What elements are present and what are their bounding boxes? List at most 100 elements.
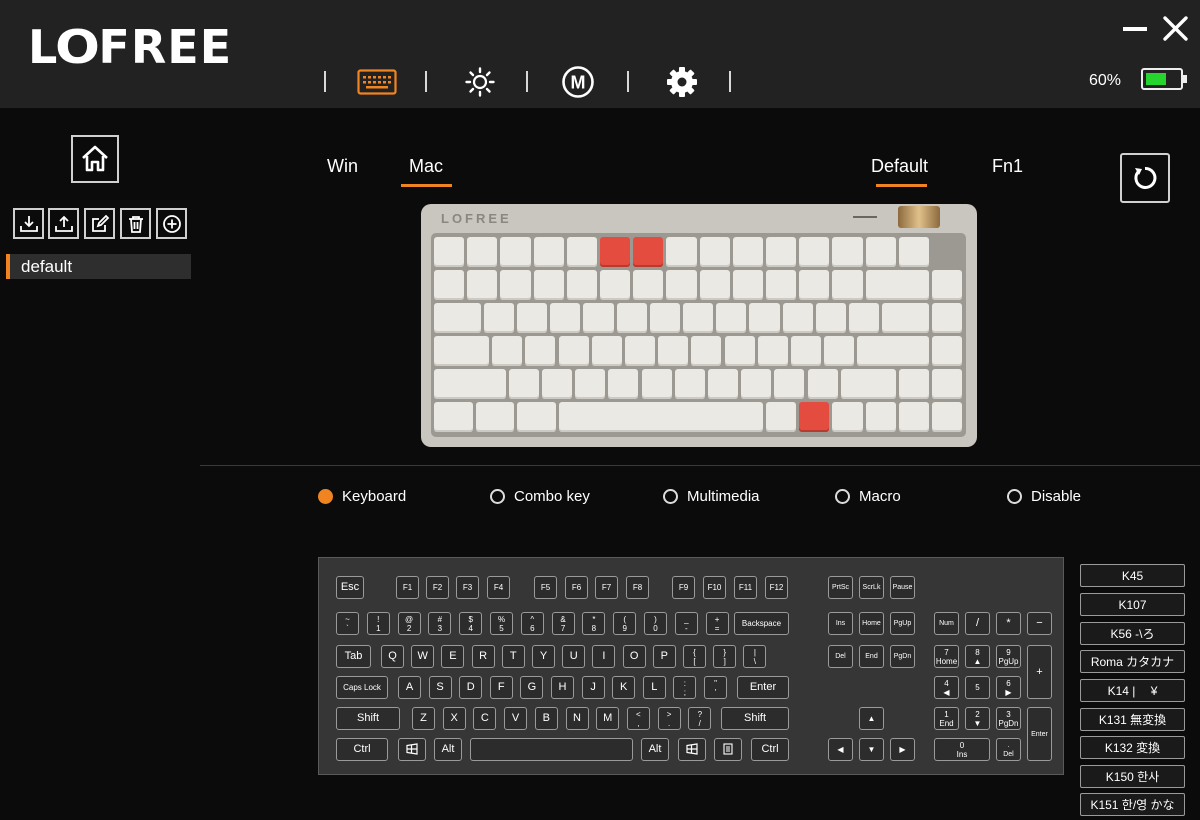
keycap[interactable]: [558, 336, 589, 366]
keycap[interactable]: [849, 303, 880, 333]
key-np-plus[interactable]: +: [1027, 645, 1052, 699]
key-z-row-2[interactable]: C: [473, 707, 497, 730]
key-left-shift[interactable]: Shift: [336, 707, 400, 730]
keycap[interactable]: [533, 237, 564, 267]
keycap[interactable]: [932, 402, 963, 432]
key-arrow-right[interactable]: ▶: [890, 738, 915, 761]
key-q-row-6[interactable]: U: [562, 645, 586, 668]
key-z-row-6[interactable]: M: [596, 707, 620, 730]
key-del[interactable]: Del: [828, 645, 853, 668]
keycap[interactable]: [757, 336, 788, 366]
key-np7[interactable]: 7 Home: [934, 645, 959, 668]
add-profile-button[interactable]: [156, 208, 187, 239]
key-z-row-4[interactable]: B: [534, 707, 558, 730]
keycap[interactable]: [674, 369, 705, 399]
key-scrlk[interactable]: ScrLk: [859, 576, 884, 599]
key-pgdn[interactable]: PgDn: [890, 645, 915, 668]
key-num-1[interactable]: ! 1: [366, 612, 390, 635]
key-q-row-3[interactable]: R: [471, 645, 495, 668]
key-np6[interactable]: 6 ▶: [996, 676, 1021, 699]
keycap[interactable]: [591, 336, 622, 366]
key-f10[interactable]: F10: [703, 576, 726, 599]
key-z-row-1[interactable]: X: [442, 707, 466, 730]
key-q-row-1[interactable]: W: [411, 645, 435, 668]
keycap[interactable]: [832, 270, 863, 300]
keycap[interactable]: [558, 402, 763, 432]
key-a-row-2[interactable]: D: [459, 676, 483, 699]
keycap[interactable]: [815, 303, 846, 333]
keycap[interactable]: [467, 270, 498, 300]
keycap[interactable]: [434, 303, 481, 333]
keycap[interactable]: [666, 237, 697, 267]
key-left-win[interactable]: [398, 738, 426, 761]
keycap[interactable]: [857, 336, 929, 366]
key-a-row-6[interactable]: J: [581, 676, 605, 699]
key-q-row-2[interactable]: E: [441, 645, 465, 668]
keycap[interactable]: [799, 270, 830, 300]
key-np-star[interactable]: *: [996, 612, 1021, 635]
key-q-row-9[interactable]: P: [652, 645, 676, 668]
key-esc[interactable]: Esc: [336, 576, 364, 599]
key-num-3[interactable]: # 3: [428, 612, 452, 635]
nav-settings-button[interactable]: [662, 62, 702, 102]
key-arrow-up[interactable]: ▲: [859, 707, 884, 730]
keycap[interactable]: [575, 369, 606, 399]
key-np2[interactable]: 2 ▼: [965, 707, 990, 730]
keycap[interactable]: [799, 237, 830, 267]
edit-profile-button[interactable]: [84, 208, 115, 239]
radio-combo-key[interactable]: Combo key: [490, 488, 590, 505]
key-np8[interactable]: 8 ▲: [965, 645, 990, 668]
key-z-row-7[interactable]: < ,: [626, 707, 650, 730]
key-a-row-5[interactable]: H: [551, 676, 574, 699]
keycap[interactable]: [566, 270, 597, 300]
key-ins[interactable]: Ins: [828, 612, 853, 635]
highlighted-keycap[interactable]: [600, 237, 631, 267]
key-num-10[interactable]: ) 0: [644, 612, 667, 635]
keycap[interactable]: [865, 402, 896, 432]
highlighted-keycap[interactable]: [799, 402, 830, 432]
key-num-0[interactable]: ~ `: [336, 612, 359, 635]
keycap[interactable]: [500, 270, 531, 300]
keycap[interactable]: [790, 336, 822, 366]
keycap[interactable]: [865, 237, 896, 267]
keycap[interactable]: [624, 336, 656, 366]
key-np0[interactable]: 0 Ins: [934, 738, 990, 761]
delete-profile-button[interactable]: [120, 208, 151, 239]
key-left-alt[interactable]: Alt: [434, 738, 462, 761]
key-np5[interactable]: 5: [965, 676, 990, 699]
key-np1[interactable]: 1 End: [934, 707, 959, 730]
key-f6[interactable]: F6: [565, 576, 588, 599]
radio-disable[interactable]: Disable: [1007, 488, 1081, 505]
highlighted-keycap[interactable]: [633, 237, 664, 267]
key-f3[interactable]: F3: [456, 576, 479, 599]
key-a-row-4[interactable]: G: [520, 676, 544, 699]
keycap[interactable]: [434, 402, 473, 432]
keycap[interactable]: [749, 303, 780, 333]
key-f12[interactable]: F12: [765, 576, 788, 599]
keycap[interactable]: [434, 336, 490, 366]
key-np4[interactable]: 4 ◀: [934, 676, 959, 699]
tab-default-layer[interactable]: Default: [871, 156, 928, 177]
key-f4[interactable]: F4: [487, 576, 510, 599]
key-num-2[interactable]: @ 2: [397, 612, 421, 635]
keycap[interactable]: [434, 237, 465, 267]
key-f2[interactable]: F2: [426, 576, 449, 599]
keycap[interactable]: [865, 270, 929, 300]
export-profile-button[interactable]: [48, 208, 79, 239]
key-home[interactable]: Home: [859, 612, 884, 635]
key-a-row-1[interactable]: S: [428, 676, 452, 699]
key-f11[interactable]: F11: [734, 576, 757, 599]
key-numlock[interactable]: Num: [934, 612, 959, 635]
key-z-row-0[interactable]: Z: [412, 707, 435, 730]
key-f8[interactable]: F8: [626, 576, 649, 599]
keycap[interactable]: [583, 303, 614, 333]
key-q-row-8[interactable]: O: [622, 645, 646, 668]
key-arrow-down[interactable]: ▼: [859, 738, 884, 761]
key-a-row-0[interactable]: A: [398, 676, 421, 699]
key-np-dot[interactable]: . Del: [996, 738, 1021, 761]
keycap[interactable]: [774, 369, 805, 399]
keycap[interactable]: [707, 369, 739, 399]
home-button[interactable]: [71, 135, 119, 183]
keycap[interactable]: [608, 369, 639, 399]
key-np3[interactable]: 3 PgDn: [996, 707, 1021, 730]
